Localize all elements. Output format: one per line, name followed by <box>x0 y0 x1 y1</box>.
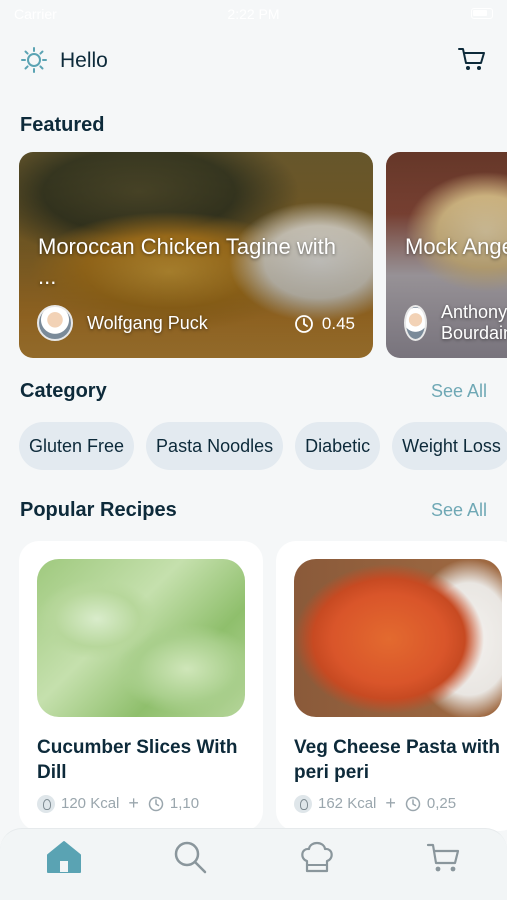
search-icon[interactable] <box>170 837 210 877</box>
greeting-text: Hello <box>60 49 108 72</box>
popular-title: Popular Recipes <box>20 499 177 521</box>
avatar <box>37 305 73 341</box>
recipe-image <box>37 559 245 717</box>
plus-icon: + <box>128 793 139 813</box>
battery-icon <box>471 8 493 19</box>
recipe-time: 0,25 <box>426 795 457 812</box>
featured-card-title: Moroccan Chicken Tagine with ... <box>38 234 336 289</box>
recipe-image <box>294 559 502 717</box>
popular-see-all-link[interactable]: See All <box>431 500 487 521</box>
featured-card-title: Mock Angel Food Cake <box>405 234 507 259</box>
featured-card[interactable]: Mock Angel Food Cake Anthony Bourdain <box>386 152 507 358</box>
clock-icon <box>295 315 313 333</box>
plus-icon: + <box>385 793 396 813</box>
sun-icon <box>21 47 47 73</box>
category-title: Category <box>20 380 107 402</box>
recipe-meta: 120 Kcal + 1,10 <box>37 793 199 814</box>
cart-icon[interactable] <box>457 44 487 74</box>
status-time: 2:22 PM <box>227 6 280 22</box>
clock-icon <box>148 796 164 811</box>
status-bar: Carrier 2:22 PM <box>0 0 507 28</box>
featured-author: Anthony Bourdain <box>404 302 507 343</box>
featured-title: Featured <box>20 114 105 136</box>
recipe-title: Cucumber Slices With Dill <box>37 737 238 783</box>
category-chip[interactable]: Gluten Free <box>19 422 135 470</box>
category-chip[interactable]: Weight Loss <box>392 422 507 470</box>
featured-author: Wolfgang Puck <box>37 304 208 342</box>
category-see-all-link[interactable]: See All <box>431 381 487 402</box>
recipe-kcal: 120 Kcal <box>61 795 120 812</box>
category-chip[interactable]: Diabetic <box>295 422 381 470</box>
avatar <box>404 305 428 341</box>
cart-icon[interactable] <box>424 837 464 877</box>
calorie-icon <box>294 794 312 813</box>
featured-card[interactable]: Moroccan Chicken Tagine with ... Wolfgan… <box>19 152 373 358</box>
home-icon[interactable] <box>44 837 84 877</box>
chef-hat-icon[interactable] <box>297 837 337 877</box>
clock-icon <box>405 796 421 811</box>
featured-time-value: 0.45 <box>321 314 355 333</box>
bottom-nav <box>0 828 507 900</box>
header: Hello <box>20 40 487 80</box>
featured-time: 0.45 <box>294 314 355 334</box>
recipe-time: 1,10 <box>169 795 200 812</box>
category-chips: Gluten Free Pasta Noodles Diabetic Weigh… <box>19 422 507 472</box>
author-name: Wolfgang Puck <box>87 312 208 333</box>
recipe-meta: 162 Kcal + 0,25 <box>294 793 456 814</box>
recipe-kcal: 162 Kcal <box>318 795 377 812</box>
category-chip[interactable]: Pasta Noodles <box>146 422 284 470</box>
author-name: Anthony Bourdain <box>441 302 507 343</box>
calorie-icon <box>37 794 55 813</box>
recipe-title: Veg Cheese Pasta with peri peri <box>294 737 500 783</box>
recipe-card[interactable]: Veg Cheese Pasta with peri peri 162 Kcal… <box>276 541 507 831</box>
recipe-card[interactable]: Cucumber Slices With Dill 120 Kcal + 1,1… <box>19 541 263 831</box>
